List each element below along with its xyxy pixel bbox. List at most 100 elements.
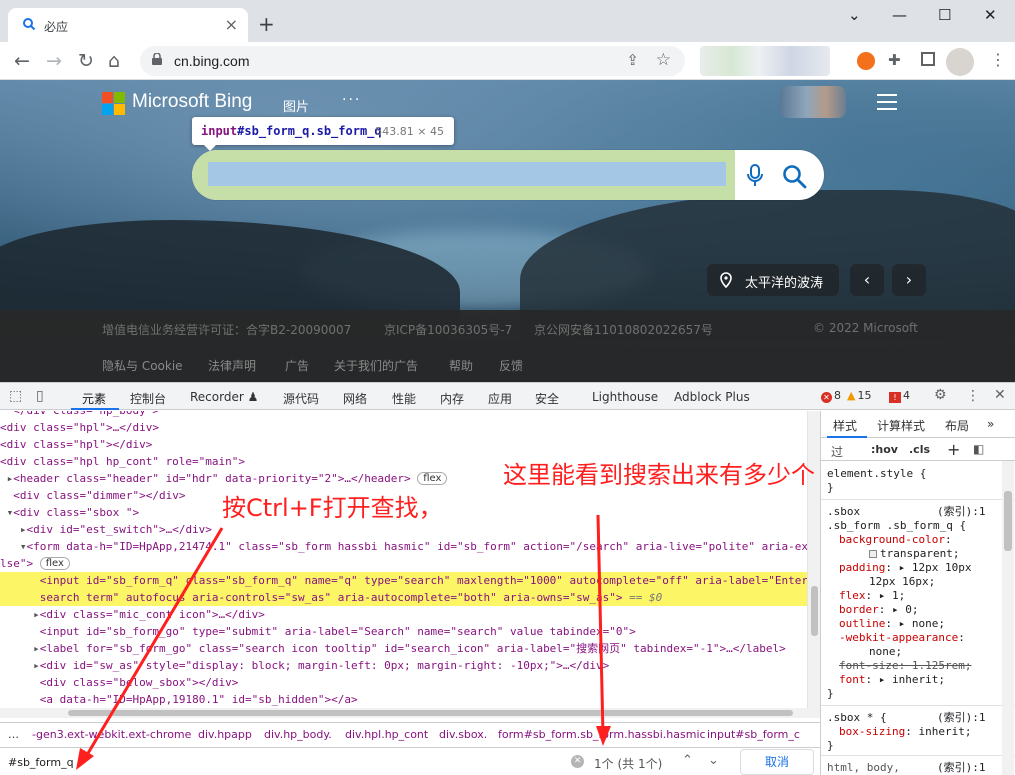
dom-line[interactable]: <a data-h="ID=HpApp,19180.1" id="sb_hidd… [0,691,808,708]
flex-badge[interactable]: flex [39,557,70,570]
css-declaration[interactable]: flex: ▸ 1; [839,589,905,603]
reload-button[interactable]: ↻ [78,50,94,72]
dom-line[interactable]: ▸<label for="sb_form_go" class="search i… [0,640,808,657]
css-declaration[interactable]: background-color: [839,533,952,547]
color-swatch-icon[interactable] [869,550,877,558]
breadcrumb-item[interactable]: div.hpapp [198,728,252,741]
footer-link-about-ads[interactable]: 关于我们的广告 [334,357,418,374]
add-rule-icon[interactable]: + [947,440,960,459]
breadcrumb-item[interactable]: div.sbox. [439,728,487,741]
error-count-badge[interactable]: ✕ 8 [821,389,841,403]
css-declaration[interactable]: padding: ▸ 12px 10px [839,561,971,575]
issues-count-badge[interactable]: ! 4 [889,389,910,403]
breadcrumb-item[interactable]: form#sb_form.sb_form.hassbi.hasmic [498,728,706,741]
dom-line[interactable]: <div class="below_sbox"></div> [0,674,808,691]
dom-line[interactable]: ▸<div id="sw_as" style="display: block; … [0,657,808,674]
tab-console[interactable]: 控制台 [130,390,166,407]
css-declaration-overridden[interactable]: font-size: 1.125rem; [839,659,971,673]
next-image-button[interactable]: › [892,264,926,296]
close-devtools-icon[interactable]: ✕ [994,387,1006,403]
extension-icon[interactable] [857,52,875,70]
hamburger-menu-icon[interactable] [877,94,897,110]
brand-name[interactable]: Microsoft Bing [132,91,252,113]
footer-link-help[interactable]: 帮助 [449,357,473,374]
device-toolbar-icon[interactable]: ▯ [36,388,44,404]
police-link[interactable]: 京公网安备11010802022657号 [534,321,713,338]
tab-adblock-plus[interactable]: Adblock Plus [674,390,750,404]
bookmark-star-icon[interactable]: ☆ [656,50,671,70]
styles-scrollbar[interactable] [1002,461,1014,775]
filter-input[interactable]: 过 [831,443,843,460]
breadcrumb-item[interactable]: div.hp_body. [264,728,332,741]
share-icon[interactable]: ⇪ [626,51,639,69]
maximize-button[interactable]: ☐ [938,6,951,24]
settings-gear-icon[interactable]: ⚙ [934,387,947,403]
close-window-button[interactable]: ✕ [984,6,997,24]
tab-memory[interactable]: 内存 [440,390,464,407]
css-declaration[interactable]: outline: ▸ none; [839,617,945,631]
css-declaration[interactable]: -webkit-appearance: [839,631,965,645]
dom-line[interactable]: lse"> flex [0,555,808,572]
warning-count-badge[interactable]: ▲ 15 [847,389,871,402]
search-input[interactable] [208,162,726,186]
cancel-find-button[interactable]: 取消 [740,749,814,775]
dom-line-selected[interactable]: <input id="sb_form_q" class="sb_form_q" … [0,572,808,589]
toggle-sidebar-icon[interactable]: ◧ [973,442,984,456]
blurred-account[interactable] [780,86,846,118]
home-button[interactable]: ⌂ [108,50,120,72]
source-link[interactable]: (索引):1 [937,505,986,519]
previous-image-button[interactable]: ‹ [850,264,884,296]
avatar[interactable] [946,48,974,76]
sidebar-icon[interactable] [921,52,935,66]
minimize-button[interactable]: — [892,6,907,24]
dom-line[interactable]: <input id="sb_form_go" type="submit" ari… [0,623,808,640]
inspect-element-icon[interactable]: ⬚ [9,388,22,404]
source-link[interactable]: (索引):1 [937,761,986,775]
footer-link-privacy[interactable]: 隐私与 Cookie [102,357,183,374]
microphone-icon[interactable] [746,164,764,188]
more-options-icon[interactable]: ⋮ [966,388,980,404]
tab-performance[interactable]: 性能 [392,390,416,407]
elements-horizontal-scrollbar[interactable] [0,708,808,718]
tab-elements[interactable]: 元素 [82,390,106,407]
more-tabs-icon[interactable]: » [987,417,994,431]
dom-line-selected[interactable]: search term" autofocus aria-controls="sw… [0,589,808,606]
tab-sources[interactable]: 源代码 [283,390,319,407]
tab-lighthouse[interactable]: Lighthouse [592,390,658,404]
tab-bing[interactable]: 必应 × [8,8,248,42]
footer-link-legal[interactable]: 法律声明 [208,357,256,374]
chevron-down-icon[interactable]: ⌄ [848,6,861,24]
css-declaration[interactable]: border: ▸ 0; [839,603,919,617]
new-tab-button[interactable]: + [258,12,275,36]
tab-application[interactable]: 应用 [488,390,512,407]
dom-line[interactable]: ▸<div id="est_switch">…</div> [0,521,808,538]
dom-line[interactable]: ▸<div class="mic_cont icon">…</div> [0,606,808,623]
forward-button[interactable]: → [46,50,62,72]
next-match-icon[interactable]: ⌄ [708,753,719,768]
css-declaration[interactable]: font: ▸ inherit; [839,673,945,687]
source-link[interactable]: (索引):1 [937,711,986,725]
close-tab-icon[interactable]: × [225,15,238,34]
class-toggle[interactable]: .cls [909,443,930,456]
tab-computed[interactable]: 计算样式 [877,417,925,434]
icp-link[interactable]: 京ICP备10036305号-7 [384,321,512,338]
previous-match-icon[interactable]: ⌃ [682,753,693,768]
dom-line[interactable]: </div class="hp_body"> [0,411,808,419]
dom-line[interactable]: <div class="hpl">…</div> [0,419,808,436]
breadcrumb-item[interactable]: -gen3.ext-webkit.ext-chrome [32,728,191,741]
image-location-button[interactable]: 太平洋的波涛 [707,264,839,296]
footer-link-feedback[interactable]: 反馈 [499,357,523,374]
tab-styles[interactable]: 样式 [833,417,857,434]
footer-link-ads[interactable]: 广告 [285,357,309,374]
menu-dots-icon[interactable]: ⋮ [990,50,1006,69]
flex-badge[interactable]: flex [417,472,448,485]
nav-more-menu[interactable]: ··· [342,92,361,108]
css-declaration[interactable]: box-sizing: inherit; [839,725,971,739]
breadcrumb-item[interactable]: div.hpl.hp_cont [345,728,428,741]
search-box[interactable] [192,150,824,200]
dom-line[interactable]: ▾<form data-h="ID=HpApp,21474.1" class="… [0,538,808,555]
tab-layout[interactable]: 布局 [945,417,969,434]
tab-security[interactable]: 安全 [535,390,559,407]
clear-search-icon[interactable]: ✕ [571,755,584,768]
puzzle-icon[interactable]: ✚ [888,51,901,69]
